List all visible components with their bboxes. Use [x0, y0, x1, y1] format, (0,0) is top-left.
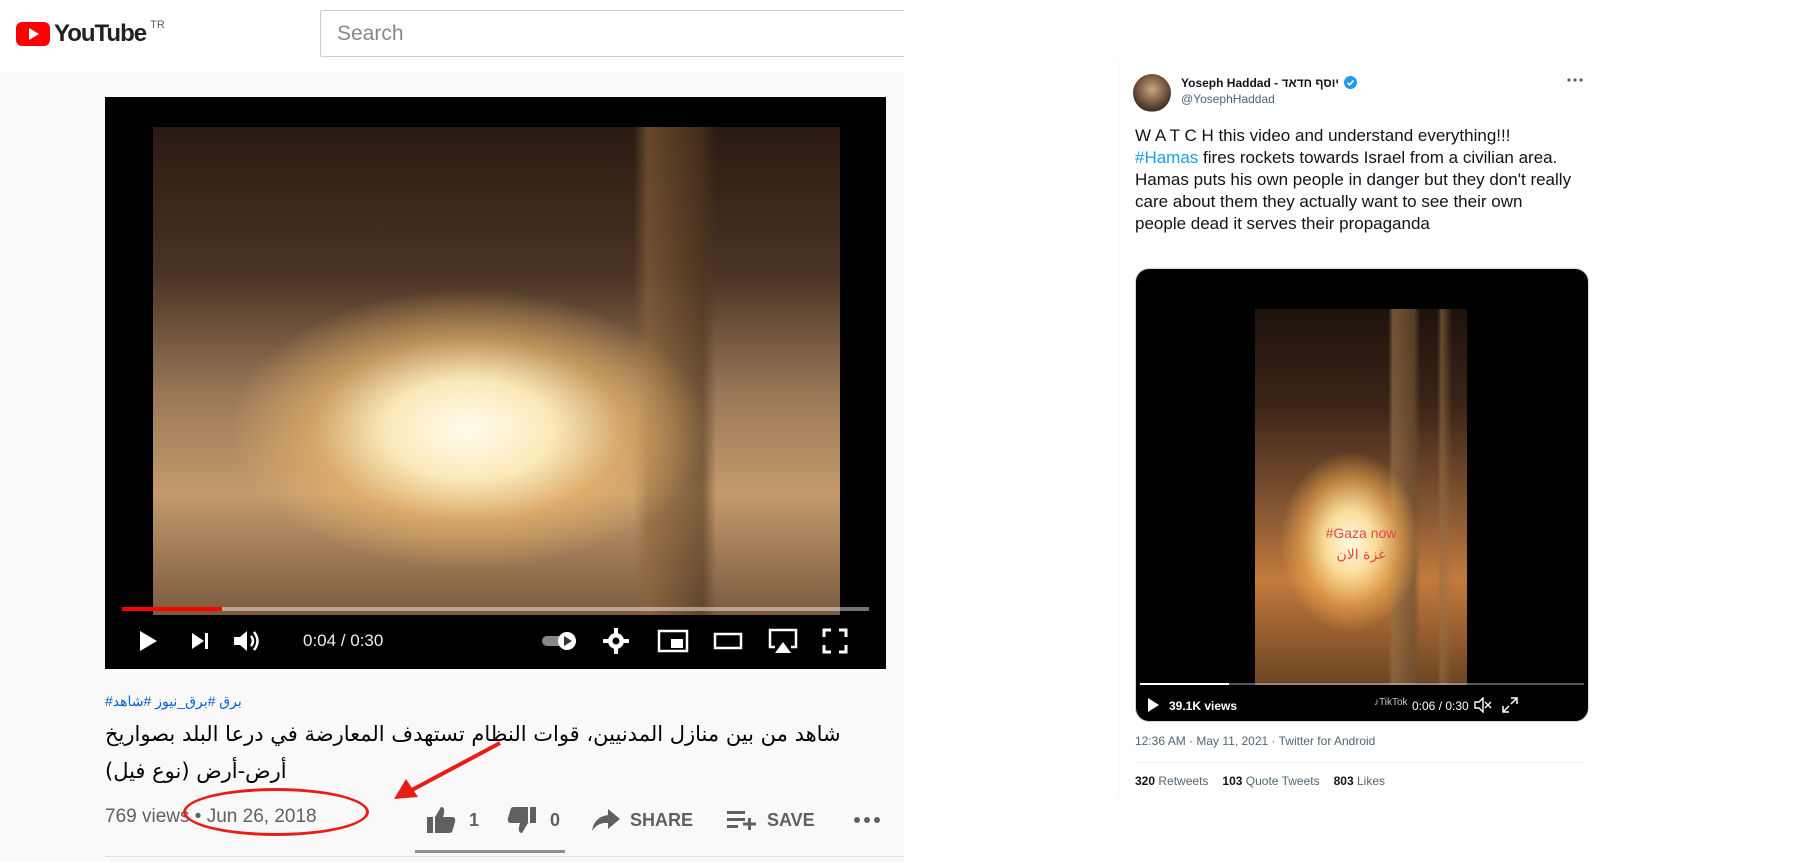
- like-count: 1: [469, 809, 480, 830]
- tweet-video-views: 39.1K views: [1169, 699, 1238, 713]
- tweet-video-progress-bar[interactable]: [1140, 683, 1584, 685]
- annotation-arrow-icon: [394, 741, 501, 799]
- tweet-video-progress-fill: [1140, 683, 1229, 685]
- miniplayer-icon: [657, 629, 689, 653]
- retweets-label: Retweets: [1158, 774, 1209, 788]
- expand-icon: [1502, 697, 1518, 713]
- likes-count: 803: [1333, 774, 1354, 788]
- muted-speaker-icon: [1474, 696, 1492, 714]
- tweet-video-time: 0:06 / 0:30: [1412, 699, 1469, 713]
- tweet-text: W A T C H this video and understand ever…: [1135, 125, 1575, 235]
- thumbs-down-icon: [507, 807, 536, 833]
- player-controls: 0:04 / 0:30: [105, 619, 886, 663]
- more-horizontal-icon: [854, 817, 880, 823]
- mute-button[interactable]: [1474, 696, 1492, 716]
- save-button[interactable]: SAVE: [725, 800, 815, 840]
- tweet-stats: 320 Retweets 103 Quote Tweets 803 Likes: [1135, 774, 1385, 788]
- video-overlay-arabic: غزة الان: [1336, 547, 1386, 563]
- settings-button[interactable]: [600, 619, 632, 663]
- more-horizontal-icon: [1567, 78, 1583, 82]
- tweet-card: Yoseph Haddad - יוסף חדאד @YosephHaddad …: [1118, 62, 1589, 797]
- gear-icon: [603, 628, 629, 654]
- verified-badge-icon: [1344, 76, 1358, 89]
- tweet-play-button[interactable]: [1146, 697, 1160, 716]
- tweet-video-frame: #Gaza now غزة الان: [1255, 309, 1467, 685]
- more-actions-button[interactable]: [852, 800, 882, 840]
- divider: [105, 856, 904, 857]
- add-to-playlist-icon: [727, 811, 756, 830]
- tweet-video-controls: 39.1K views ♪TikTok 0:06 / 0:30: [1136, 691, 1588, 721]
- tweet-fullscreen-button[interactable]: [1502, 697, 1518, 716]
- tweet-more-button[interactable]: [1567, 70, 1583, 88]
- volume-icon: [234, 631, 259, 651]
- theater-mode-button[interactable]: [710, 619, 746, 663]
- display-name: Yoseph Haddad - יוסף חדאד: [1181, 76, 1339, 90]
- tweet-text-line: Hamas puts his own people in danger but …: [1135, 170, 1572, 233]
- fullscreen-button[interactable]: [817, 619, 853, 663]
- tweet-video-player[interactable]: #Gaza now غزة الان 39.1K views ♪TikTok 0…: [1135, 268, 1589, 722]
- theater-mode-icon: [713, 632, 743, 650]
- autoplay-toggle-icon: [542, 632, 576, 650]
- youtube-panel: YouTube TR Search 0:04 / 0:30 #برق #برق_…: [0, 0, 904, 862]
- quote-tweets-stat[interactable]: 103 Quote Tweets: [1222, 774, 1319, 788]
- like-ratio-bar: [415, 850, 565, 853]
- like-button[interactable]: 1: [425, 800, 479, 840]
- annotation-ellipse: [183, 788, 369, 836]
- tweet-author-name[interactable]: Yoseph Haddad - יוסף חדאד: [1181, 76, 1358, 90]
- next-icon: [192, 633, 208, 649]
- share-button[interactable]: SHARE: [590, 800, 693, 840]
- divider: [1135, 762, 1585, 763]
- airplay-icon: [768, 628, 798, 653]
- next-button[interactable]: [185, 619, 215, 663]
- video-progress-bar[interactable]: [122, 607, 869, 611]
- save-label: SAVE: [767, 809, 815, 830]
- country-code: TR: [150, 19, 165, 31]
- volume-button[interactable]: [230, 619, 264, 663]
- tweet-text-fragment: fires rockets towards Israel from a civi…: [1198, 148, 1558, 167]
- retweets-count: 320: [1135, 774, 1156, 788]
- hashtag-link[interactable]: #Hamas: [1135, 148, 1198, 167]
- youtube-video-player[interactable]: 0:04 / 0:30: [105, 97, 886, 669]
- dislike-button[interactable]: 0: [506, 800, 560, 840]
- video-frame: [153, 127, 840, 615]
- video-time: 0:04 / 0:30: [303, 631, 384, 650]
- tiktok-watermark-text: TikTok: [1379, 697, 1408, 708]
- tweet-handle[interactable]: @YosephHaddad: [1181, 92, 1275, 106]
- autoplay-toggle[interactable]: [540, 619, 580, 663]
- quote-tweets-label: Quote Tweets: [1245, 774, 1320, 788]
- avatar[interactable]: [1133, 74, 1171, 112]
- play-icon: [140, 631, 157, 651]
- share-label: SHARE: [630, 809, 694, 830]
- video-overlay-hashtag: #Gaza now: [1325, 525, 1397, 541]
- play-button[interactable]: [133, 619, 163, 663]
- youtube-play-logo-icon: [16, 22, 50, 46]
- tweet-timestamp[interactable]: 12:36 AM · May 11, 2021 · Twitter for An…: [1135, 734, 1375, 748]
- airplay-button[interactable]: [763, 619, 803, 663]
- video-progress-fill: [122, 607, 222, 611]
- video-hashtags[interactable]: #برق #برق_نيوز #شاهد: [105, 693, 242, 710]
- likes-stat[interactable]: 803 Likes: [1334, 774, 1385, 788]
- dislike-count: 0: [550, 809, 561, 830]
- tweet-text-line: W A T C H this video and understand ever…: [1135, 126, 1511, 145]
- fullscreen-icon: [822, 628, 848, 654]
- tweet-text-line: #Hamas fires rockets towards Israel from…: [1135, 147, 1575, 169]
- youtube-logo-text: YouTube: [54, 20, 147, 47]
- likes-label: Likes: [1356, 774, 1385, 788]
- quote-tweets-count: 103: [1222, 774, 1243, 788]
- view-count: 769 views: [105, 806, 190, 827]
- youtube-logo[interactable]: YouTube TR: [16, 19, 165, 48]
- search-input[interactable]: Search: [320, 10, 904, 57]
- play-icon: [1148, 698, 1159, 712]
- miniplayer-button[interactable]: [655, 619, 691, 663]
- thumbs-up-icon: [427, 807, 456, 833]
- share-icon: [592, 809, 620, 831]
- retweets-stat[interactable]: 320 Retweets: [1135, 774, 1208, 788]
- youtube-masthead: YouTube TR Search: [0, 0, 904, 72]
- tiktok-watermark: ♪TikTok: [1374, 697, 1408, 708]
